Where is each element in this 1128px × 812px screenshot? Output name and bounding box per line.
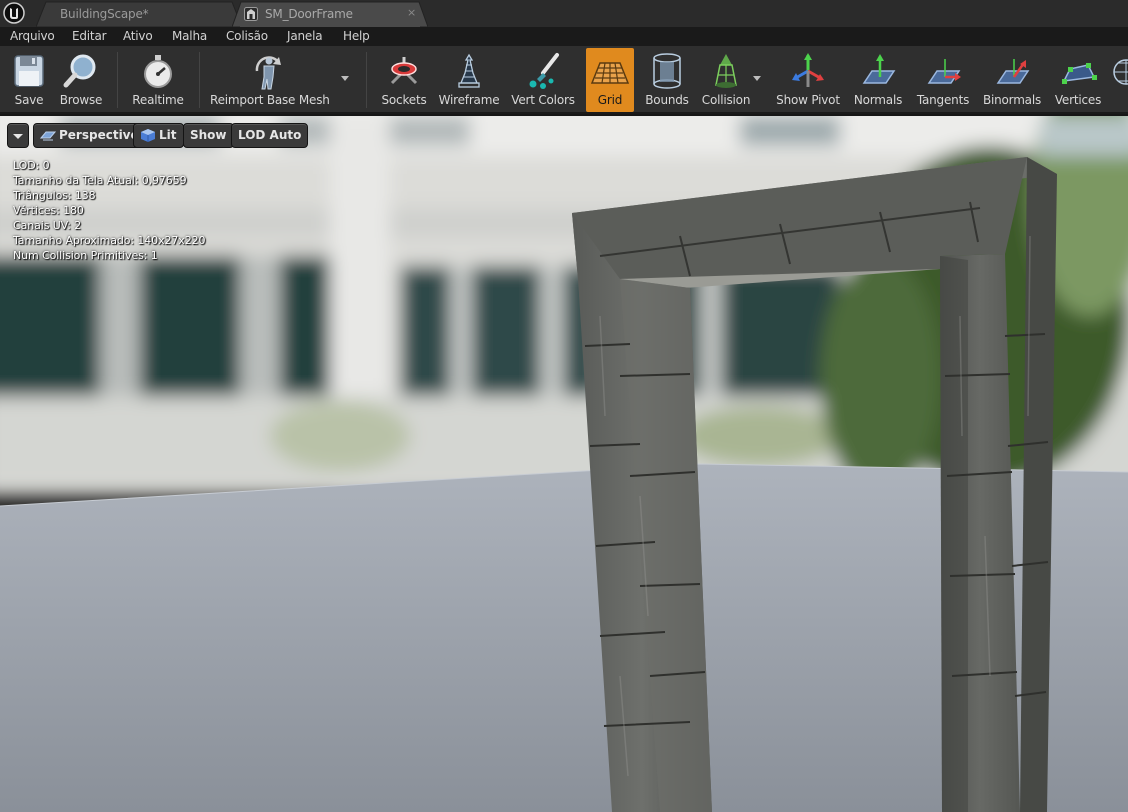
lit-cube-icon (141, 129, 155, 142)
vertices-label: Vertices (1054, 93, 1102, 107)
binormals-icon (996, 59, 1030, 84)
show-flags-button[interactable]: Show (183, 123, 234, 148)
chevron-down-icon (13, 134, 23, 139)
socket-icon (390, 57, 418, 85)
reimport-mannequin-icon (255, 56, 281, 90)
toolbar-separator (366, 52, 367, 108)
normals-label: Normals (853, 93, 903, 107)
menu-bar: Arquivo Editar Ativo Malha Colisão Janel… (0, 27, 1128, 46)
lod-label: LOD Auto (238, 128, 302, 142)
wireframe-label: Wireframe (438, 93, 500, 107)
lit-button[interactable]: Lit (133, 123, 184, 148)
stat-screen-size: Tamanho da Tela Atual: 0,97659 (13, 174, 187, 187)
wireframe-chess-icon (458, 53, 480, 88)
overflow-toolbar-icon[interactable] (1110, 54, 1128, 90)
perspective-button[interactable]: Perspective (33, 123, 146, 148)
reimport-label: Reimport Base Mesh (210, 93, 330, 107)
grid-button[interactable]: Grid (586, 48, 634, 112)
collision-dropdown-arrow-icon[interactable] (753, 76, 761, 81)
realtime-label: Realtime (132, 93, 184, 107)
stat-lod: LOD: 0 (13, 159, 50, 172)
save-label: Save (14, 93, 44, 107)
magnifier-icon (63, 54, 96, 88)
toolbar-separator (117, 52, 118, 108)
pivot-axes-icon (792, 53, 824, 87)
vertices-icon (1062, 63, 1097, 84)
tangents-icon (927, 59, 961, 84)
toolbar-separator (199, 52, 200, 108)
close-tab-icon[interactable]: × (407, 6, 416, 19)
stopwatch-icon (144, 55, 172, 88)
save-disk-icon (14, 55, 44, 87)
tab-buildingscape[interactable]: BuildingScape* (36, 1, 242, 27)
mesh-viewport[interactable]: Perspective Lit Show LOD Auto LOD: 0 Tam… (0, 116, 1128, 812)
menu-help[interactable]: Help (343, 29, 370, 43)
binormals-label: Binormals (982, 93, 1042, 107)
stat-uv-channels: Canais UV: 2 (13, 219, 82, 232)
perspective-label: Perspective (59, 128, 139, 142)
collision-label: Collision (701, 93, 751, 107)
realtime-button[interactable]: Realtime (126, 48, 190, 112)
vert-colors-button[interactable]: Vert Colors (508, 48, 578, 112)
menu-arquivo[interactable]: Arquivo (10, 29, 55, 43)
reimport-dropdown-arrow-icon[interactable] (341, 76, 349, 81)
stat-collision-primitives: Num Collision Primitives: 1 (13, 249, 158, 262)
save-button[interactable]: Save (4, 48, 54, 112)
stat-vertices: Vértices: 180 (13, 204, 84, 217)
normals-icon (862, 54, 896, 84)
show-label: Show (190, 128, 227, 142)
collision-icon (715, 54, 737, 88)
show-pivot-label: Show Pivot (776, 93, 840, 107)
wireframe-button[interactable]: Wireframe (438, 48, 500, 112)
normals-button[interactable]: Normals (850, 48, 906, 112)
reimport-base-mesh-button[interactable]: Reimport Base Mesh (210, 48, 330, 112)
menu-colisao[interactable]: Colisão (226, 29, 268, 43)
grid-icon (590, 62, 630, 84)
stat-triangles: Triângulos: 138 (13, 189, 96, 202)
grid-label: Grid (597, 93, 623, 107)
browse-label: Browse (59, 93, 103, 107)
menu-malha[interactable]: Malha (172, 29, 207, 43)
tab-label: SM_DoorFrame (265, 7, 353, 21)
tangents-button[interactable]: Tangents (914, 48, 972, 112)
bounds-label: Bounds (645, 93, 689, 107)
vertices-button[interactable]: Vertices (1052, 48, 1104, 112)
perspective-camera-icon (40, 131, 56, 141)
sockets-label: Sockets (381, 93, 427, 107)
lit-label: Lit (159, 128, 177, 142)
tab-sm-doorframe[interactable]: SM_DoorFrame × (232, 1, 428, 27)
bounds-button[interactable]: Bounds (642, 48, 692, 112)
static-mesh-icon (244, 7, 258, 21)
viewport-options-button[interactable] (7, 123, 29, 148)
show-pivot-button[interactable]: Show Pivot (774, 48, 842, 112)
menu-janela[interactable]: Janela (287, 29, 323, 43)
unreal-engine-logo-icon[interactable] (3, 2, 25, 24)
title-bar: BuildingScape* SM_DoorFrame × (0, 0, 1128, 27)
bounds-cylinder-icon (653, 53, 681, 89)
stat-approx-size: Tamanho Aproximado: 140x27x220 (13, 234, 206, 247)
sockets-button[interactable]: Sockets (378, 48, 430, 112)
menu-ativo[interactable]: Ativo (123, 29, 153, 43)
toolbar: Save Browse Realtime Reimport Base Mesh (0, 46, 1128, 114)
tangents-label: Tangents (916, 93, 970, 107)
browse-button[interactable]: Browse (56, 48, 106, 112)
lod-selector-button[interactable]: LOD Auto (231, 123, 309, 148)
collision-button[interactable]: Collision (700, 48, 752, 112)
vert-colors-label: Vert Colors (511, 93, 575, 107)
menu-editar[interactable]: Editar (72, 29, 107, 43)
tab-label: BuildingScape* (60, 7, 149, 21)
mesh-stats-overlay: LOD: 0 Tamanho da Tela Atual: 0,97659 Tr… (13, 158, 205, 263)
paintbrush-icon (529, 53, 559, 89)
binormals-button[interactable]: Binormals (980, 48, 1044, 112)
